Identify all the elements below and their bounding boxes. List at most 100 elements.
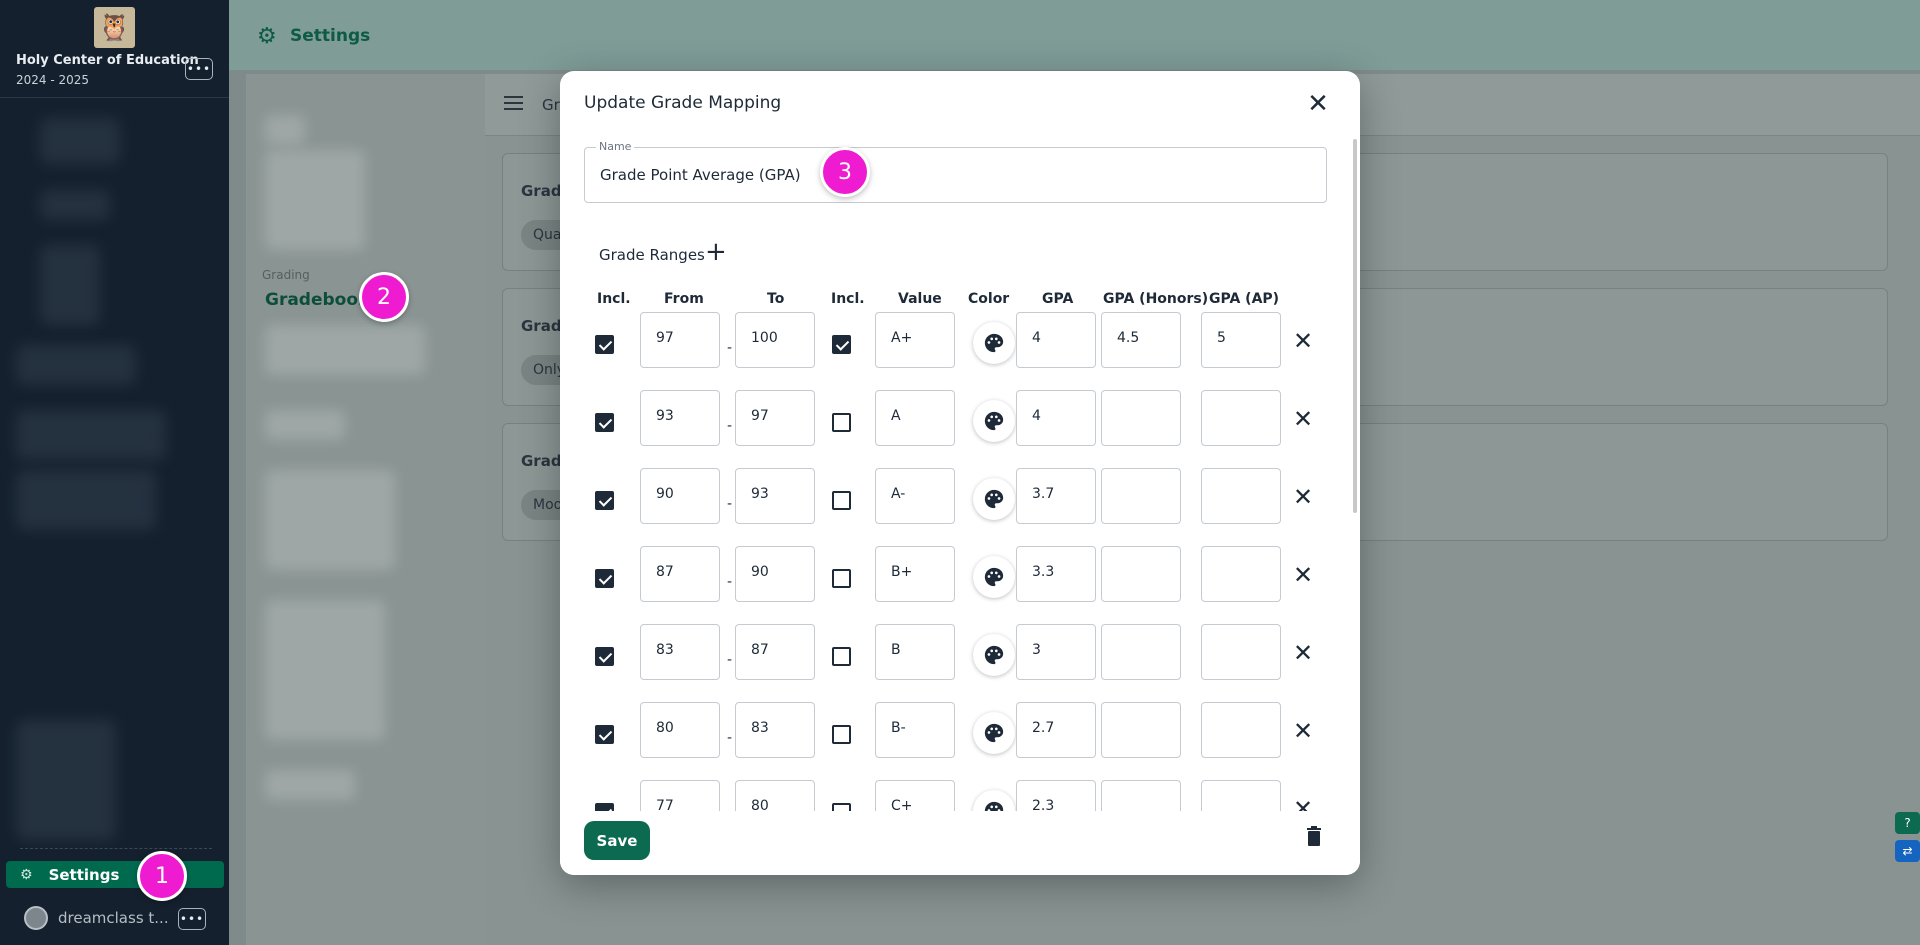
gpa-ap-input[interactable] [1201, 624, 1281, 680]
to-input[interactable]: 87 [735, 624, 815, 680]
include-from-checkbox[interactable] [595, 569, 614, 588]
blurred-settings-item [265, 325, 425, 375]
close-icon[interactable]: ✕ [1303, 89, 1333, 119]
school-more-button[interactable]: ••• [185, 58, 213, 80]
gpa-ap-input[interactable] [1201, 390, 1281, 446]
remove-range-icon[interactable]: ✕ [1293, 561, 1313, 589]
gpa-input[interactable]: 4 [1016, 312, 1096, 368]
blurred-nav-item [16, 470, 156, 530]
include-to-checkbox[interactable] [832, 569, 851, 588]
gpa-ap-input[interactable] [1201, 546, 1281, 602]
blurred-nav-item [40, 245, 100, 325]
gpa-honors-input[interactable] [1101, 702, 1181, 758]
include-to-checkbox[interactable] [832, 647, 851, 666]
include-from-checkbox[interactable] [595, 413, 614, 432]
user-name: dreamclass t... [58, 909, 169, 927]
gpa-honors-input[interactable]: 4.5 [1101, 312, 1181, 368]
include-to-checkbox[interactable] [832, 491, 851, 510]
gpa-ap-input[interactable] [1201, 702, 1281, 758]
gpa-input[interactable]: 3.7 [1016, 468, 1096, 524]
to-input[interactable]: 97 [735, 390, 815, 446]
include-from-checkbox[interactable] [595, 725, 614, 744]
value-input[interactable]: B+ [875, 546, 955, 602]
grade-range-row: 93-97 A 4 ✕ [560, 390, 1360, 468]
user-menu[interactable]: dreamclass t... [24, 906, 169, 930]
gpa-input[interactable]: 2.7 [1016, 702, 1096, 758]
include-from-checkbox[interactable] [595, 491, 614, 510]
name-field[interactable]: Grade Point Average (GPA) [584, 147, 1327, 203]
include-to-checkbox[interactable] [832, 725, 851, 744]
panel-title: Gr [542, 96, 560, 114]
range-dash: - [727, 652, 733, 668]
palette-icon[interactable] [973, 712, 1015, 754]
value-input[interactable]: B- [875, 702, 955, 758]
grade-range-row: 83-87 B 3 ✕ [560, 624, 1360, 702]
menu-icon[interactable] [504, 96, 523, 110]
value-input[interactable]: A- [875, 468, 955, 524]
blurred-settings-item [265, 115, 305, 145]
grade-ranges-label: Grade Ranges [599, 246, 705, 264]
gpa-ap-input[interactable]: 5 [1201, 312, 1281, 368]
sidebar-item-settings[interactable]: ⚙ Settings [6, 861, 224, 888]
add-range-icon[interactable]: + [705, 237, 727, 267]
blurred-settings-item [265, 770, 355, 800]
remove-range-icon[interactable]: ✕ [1293, 717, 1313, 745]
grade-range-row: 90-93 A- 3.7 ✕ [560, 468, 1360, 546]
gpa-honors-input[interactable] [1101, 468, 1181, 524]
from-input[interactable]: 90 [640, 468, 720, 524]
gpa-input[interactable]: 3.3 [1016, 546, 1096, 602]
gpa-input[interactable]: 3 [1016, 624, 1096, 680]
palette-icon[interactable] [973, 634, 1015, 676]
remove-range-icon[interactable]: ✕ [1293, 327, 1313, 355]
to-input[interactable]: 93 [735, 468, 815, 524]
blurred-nav-item [40, 118, 120, 164]
from-input[interactable]: 97 [640, 312, 720, 368]
palette-icon[interactable] [973, 556, 1015, 598]
trash-icon[interactable] [1306, 826, 1322, 846]
remove-range-icon[interactable]: ✕ [1293, 639, 1313, 667]
palette-icon[interactable] [973, 322, 1015, 364]
from-input[interactable]: 80 [640, 702, 720, 758]
gpa-honors-input[interactable] [1101, 624, 1181, 680]
chat-button[interactable]: ⇄ [1895, 840, 1920, 862]
include-to-checkbox[interactable] [832, 413, 851, 432]
from-input[interactable]: 83 [640, 624, 720, 680]
col-header-to: To [767, 291, 785, 307]
include-to-checkbox[interactable] [832, 335, 851, 354]
blurred-settings-item [265, 600, 385, 740]
range-dash: - [727, 730, 733, 746]
name-field-label: Name [596, 140, 635, 153]
settings-nav-gradebook[interactable]: Gradebook [265, 290, 369, 310]
dialog-scrollbar[interactable] [1353, 139, 1357, 513]
gpa-honors-input[interactable] [1101, 546, 1181, 602]
gear-icon: ⚙ [20, 866, 33, 883]
palette-icon[interactable] [973, 478, 1015, 520]
gpa-input[interactable]: 4 [1016, 390, 1096, 446]
user-more-button[interactable]: ••• [178, 908, 206, 930]
save-button[interactable]: Save [584, 821, 650, 860]
school-year: 2024 - 2025 [16, 73, 90, 87]
col-header-color: Color [968, 291, 1010, 307]
from-input[interactable]: 93 [640, 390, 720, 446]
value-input[interactable]: B [875, 624, 955, 680]
step-badge-1: 1 [137, 851, 187, 901]
grade-range-row: 80-83 B- 2.7 ✕ [560, 702, 1360, 780]
value-input[interactable]: A+ [875, 312, 955, 368]
help-button[interactable]: ? [1895, 812, 1920, 834]
gpa-honors-input[interactable] [1101, 390, 1181, 446]
gpa-ap-input[interactable] [1201, 468, 1281, 524]
value-input[interactable]: A [875, 390, 955, 446]
palette-icon[interactable] [973, 400, 1015, 442]
include-from-checkbox[interactable] [595, 647, 614, 666]
range-dash: - [727, 340, 733, 356]
include-from-checkbox[interactable] [595, 335, 614, 354]
to-input[interactable]: 90 [735, 546, 815, 602]
to-input[interactable]: 100 [735, 312, 815, 368]
remove-range-icon[interactable]: ✕ [1293, 405, 1313, 433]
remove-range-icon[interactable]: ✕ [1293, 483, 1313, 511]
to-input[interactable]: 83 [735, 702, 815, 758]
blurred-settings-item [265, 150, 365, 250]
col-header-gpa: GPA [1042, 291, 1074, 307]
sidebar-divider [0, 97, 229, 98]
from-input[interactable]: 87 [640, 546, 720, 602]
